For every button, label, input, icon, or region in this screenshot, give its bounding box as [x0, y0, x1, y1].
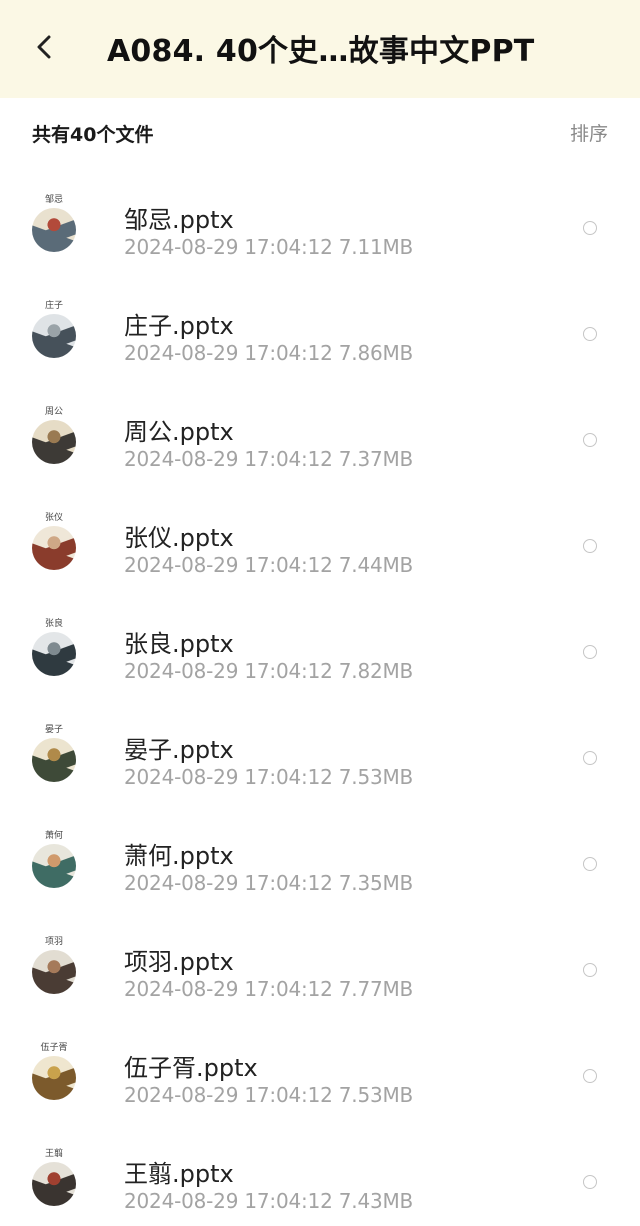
- file-list-item[interactable]: 晏子 晏子.pptx 2024-08-29 17:04:12 7.53MB: [0, 706, 640, 812]
- file-list-item[interactable]: 萧何 萧何.pptx 2024-08-29 17:04:12 7.35MB: [0, 812, 640, 918]
- file-name: 项羽.pptx: [124, 948, 234, 976]
- portrait-image: [32, 844, 76, 888]
- file-meta: 2024-08-29 17:04:12 7.77MB: [124, 977, 414, 1001]
- summary-bar: 共有40个文件 排序: [0, 98, 640, 172]
- file-meta: 2024-08-29 17:04:12 7.53MB: [124, 765, 414, 789]
- file-name: 王翦.pptx: [124, 1160, 234, 1188]
- portrait-image: [32, 420, 76, 464]
- select-radio[interactable]: [583, 645, 597, 659]
- file-meta: 2024-08-29 17:04:12 7.82MB: [124, 659, 414, 683]
- thumbnail-caption: 萧何: [44, 831, 63, 841]
- thumbnail-caption: 张良: [44, 619, 63, 629]
- portrait-image: [32, 208, 76, 252]
- thumbnail-caption: 王翦: [44, 1149, 63, 1159]
- file-list-item[interactable]: 伍子胥 伍子胥.pptx 2024-08-29 17:04:12 7.53MB: [0, 1024, 640, 1130]
- file-list-item[interactable]: 邹忌 邹忌.pptx 2024-08-29 17:04:12 7.11MB: [0, 176, 640, 282]
- file-meta: 2024-08-29 17:04:12 7.11MB: [124, 235, 414, 259]
- file-meta: 2024-08-29 17:04:12 7.53MB: [124, 1083, 414, 1107]
- select-radio[interactable]: [583, 539, 597, 553]
- file-thumbnail: 项羽: [28, 936, 80, 1006]
- file-thumbnail: 萧何: [28, 830, 80, 900]
- file-name: 张良.pptx: [124, 630, 234, 658]
- sort-button[interactable]: 排序: [570, 119, 608, 146]
- file-list-item[interactable]: 周公 周公.pptx 2024-08-29 17:04:12 7.37MB: [0, 388, 640, 494]
- file-meta: 2024-08-29 17:04:12 7.37MB: [124, 447, 414, 471]
- file-thumbnail: 周公: [28, 406, 80, 476]
- chevron-left-icon: [36, 35, 52, 63]
- file-meta: 2024-08-29 17:04:12 7.44MB: [124, 553, 414, 577]
- header-bar: A084. 40个史…故事中文PPT: [0, 0, 640, 98]
- portrait-image: [32, 1162, 76, 1206]
- select-radio[interactable]: [583, 1175, 597, 1189]
- select-radio[interactable]: [583, 327, 597, 341]
- portrait-image: [32, 738, 76, 782]
- select-radio[interactable]: [583, 751, 597, 765]
- thumbnail-caption: 项羽: [44, 937, 63, 947]
- portrait-image: [32, 314, 76, 358]
- file-thumbnail: 张仪: [28, 512, 80, 582]
- select-radio[interactable]: [583, 857, 597, 871]
- file-name: 萧何.pptx: [124, 842, 234, 870]
- file-thumbnail: 王翦: [28, 1148, 80, 1218]
- file-list-item[interactable]: 张良 张良.pptx 2024-08-29 17:04:12 7.82MB: [0, 600, 640, 706]
- portrait-image: [32, 526, 76, 570]
- file-list: 邹忌 邹忌.pptx 2024-08-29 17:04:12 7.11MB 庄子…: [0, 176, 640, 1226]
- portrait-image: [32, 950, 76, 994]
- thumbnail-caption: 张仪: [44, 513, 63, 523]
- file-list-item[interactable]: 张仪 张仪.pptx 2024-08-29 17:04:12 7.44MB: [0, 494, 640, 600]
- thumbnail-caption: 庄子: [44, 301, 63, 311]
- thumbnail-caption: 周公: [44, 407, 63, 417]
- portrait-image: [32, 1056, 76, 1100]
- file-meta: 2024-08-29 17:04:12 7.43MB: [124, 1189, 414, 1213]
- file-thumbnail: 伍子胥: [28, 1042, 80, 1112]
- portrait-image: [32, 632, 76, 676]
- file-thumbnail: 邹忌: [28, 194, 80, 264]
- file-meta: 2024-08-29 17:04:12 7.35MB: [124, 871, 414, 895]
- file-name: 伍子胥.pptx: [124, 1054, 258, 1082]
- file-thumbnail: 张良: [28, 618, 80, 688]
- file-list-item[interactable]: 项羽 项羽.pptx 2024-08-29 17:04:12 7.77MB: [0, 918, 640, 1024]
- select-radio[interactable]: [583, 963, 597, 977]
- file-count-label: 共有40个文件: [32, 124, 154, 146]
- thumbnail-caption: 邹忌: [44, 195, 63, 205]
- file-name: 张仪.pptx: [124, 524, 234, 552]
- file-thumbnail: 庄子: [28, 300, 80, 370]
- thumbnail-caption: 晏子: [44, 725, 63, 735]
- file-browser-screen: A084. 40个史…故事中文PPT 共有40个文件 排序 邹忌 邹忌.pptx…: [0, 0, 640, 1226]
- file-name: 邹忌.pptx: [124, 206, 234, 234]
- select-radio[interactable]: [583, 1069, 597, 1083]
- file-name: 周公.pptx: [124, 418, 234, 446]
- back-button[interactable]: [24, 27, 64, 71]
- file-meta: 2024-08-29 17:04:12 7.86MB: [124, 341, 414, 365]
- select-radio[interactable]: [583, 433, 597, 447]
- file-list-item[interactable]: 王翦 王翦.pptx 2024-08-29 17:04:12 7.43MB: [0, 1130, 640, 1226]
- file-name: 晏子.pptx: [124, 736, 234, 764]
- select-radio[interactable]: [583, 221, 597, 235]
- thumbnail-caption: 伍子胥: [40, 1043, 68, 1053]
- file-name: 庄子.pptx: [124, 312, 234, 340]
- file-thumbnail: 晏子: [28, 724, 80, 794]
- file-list-item[interactable]: 庄子 庄子.pptx 2024-08-29 17:04:12 7.86MB: [0, 282, 640, 388]
- page-title: A084. 40个史…故事中文PPT: [107, 34, 535, 69]
